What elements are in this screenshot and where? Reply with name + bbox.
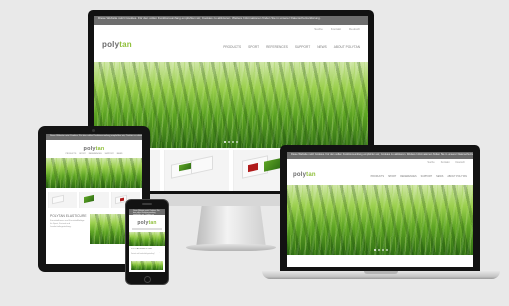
slider-dot[interactable] (228, 141, 230, 143)
nav-references[interactable]: References (266, 45, 288, 49)
nav-products[interactable]: Products (371, 175, 384, 178)
nav-about[interactable]: About Polytan (334, 45, 360, 49)
hero-image (129, 232, 165, 246)
camera-icon (92, 129, 95, 132)
top-link-contact[interactable]: Kontakt (441, 161, 450, 164)
main-nav: Products Sport References Support News A… (223, 45, 360, 49)
hero-image (287, 185, 473, 255)
nav-sport[interactable]: Sport (79, 153, 85, 155)
nav-references[interactable]: References (89, 153, 102, 155)
nav-news[interactable]: News (117, 153, 123, 155)
content-text: Kunststoffrasen und Kunststoffbeläge für… (50, 220, 85, 228)
cookie-notice: Diese Website nutzt Cookies. Für den vol… (287, 152, 473, 159)
macbook-screen: Diese Website nutzt Cookies. Für den vol… (287, 152, 473, 267)
site-logo[interactable]: polytan (84, 146, 105, 152)
showcase-stage: Diese Website nutzt Cookies. Für den vol… (0, 0, 509, 306)
nav-support[interactable]: Support (421, 175, 433, 178)
top-link-language[interactable]: Deutsch (349, 27, 360, 31)
menu-icon[interactable] (132, 228, 162, 230)
top-link-search[interactable]: Suche (314, 27, 323, 31)
nav-products[interactable]: Products (223, 45, 241, 49)
nav-products[interactable]: Products (66, 153, 77, 155)
product-teaser[interactable] (48, 192, 78, 208)
slider-dots[interactable] (224, 141, 238, 143)
slider-dot[interactable] (236, 141, 238, 143)
top-link-search[interactable]: Suche (427, 161, 434, 164)
site-logo[interactable]: polytan (137, 220, 156, 226)
imac-stand-base (186, 244, 276, 251)
site-header: polytan Products Sport References Suppor… (287, 164, 473, 178)
nav-support[interactable]: Support (105, 153, 114, 155)
slider-dots[interactable] (374, 249, 388, 251)
product-teaser[interactable] (79, 192, 109, 208)
nav-sport[interactable]: Sport (248, 45, 259, 49)
site-header: polytan (129, 215, 165, 226)
content-text: Kunststoffrasen und Kunststoffbeläge für… (131, 252, 163, 255)
content-heading: POLYTAN ELASTICURE (50, 214, 87, 218)
slider-dot[interactable] (382, 249, 384, 251)
slider-dot[interactable] (224, 141, 226, 143)
cookie-notice: Diese Website nutzt Cookies. Für den vol… (94, 16, 368, 25)
content-heading: POLYTAN ELASTICURE (131, 248, 152, 250)
slider-dot[interactable] (232, 141, 234, 143)
site-logo[interactable]: polytan (293, 172, 316, 178)
site-header: polytan (46, 140, 142, 152)
speaker-icon (142, 203, 152, 205)
hero-image (46, 158, 142, 188)
slider-dot[interactable] (386, 249, 388, 251)
home-button[interactable] (144, 276, 151, 283)
slider-dot[interactable] (374, 249, 376, 251)
main-nav: Products Sport References Support News (46, 152, 142, 156)
content-image (131, 261, 163, 270)
top-link-language[interactable]: Deutsch (455, 161, 465, 164)
nav-news[interactable]: News (436, 175, 443, 178)
nav-news[interactable]: News (317, 45, 327, 49)
top-link-contact[interactable]: Kontakt (331, 27, 341, 31)
slider-dot[interactable] (378, 249, 380, 251)
site-header: polytan Products Sport References Suppor… (94, 31, 368, 49)
product-teaser[interactable] (163, 150, 229, 191)
site-logo[interactable]: polytan (102, 40, 132, 49)
nav-sport[interactable]: Sport (388, 175, 396, 178)
nav-about[interactable]: About Polytan (447, 175, 467, 178)
main-nav: Products Sport References Support News A… (371, 175, 467, 178)
iphone-screen: Diese Website nutzt Cookies. Für den vol… (129, 209, 165, 272)
imac-stand (196, 206, 266, 248)
nav-references[interactable]: References (400, 175, 416, 178)
macbook-notch (364, 271, 398, 274)
nav-support[interactable]: Support (295, 45, 310, 49)
